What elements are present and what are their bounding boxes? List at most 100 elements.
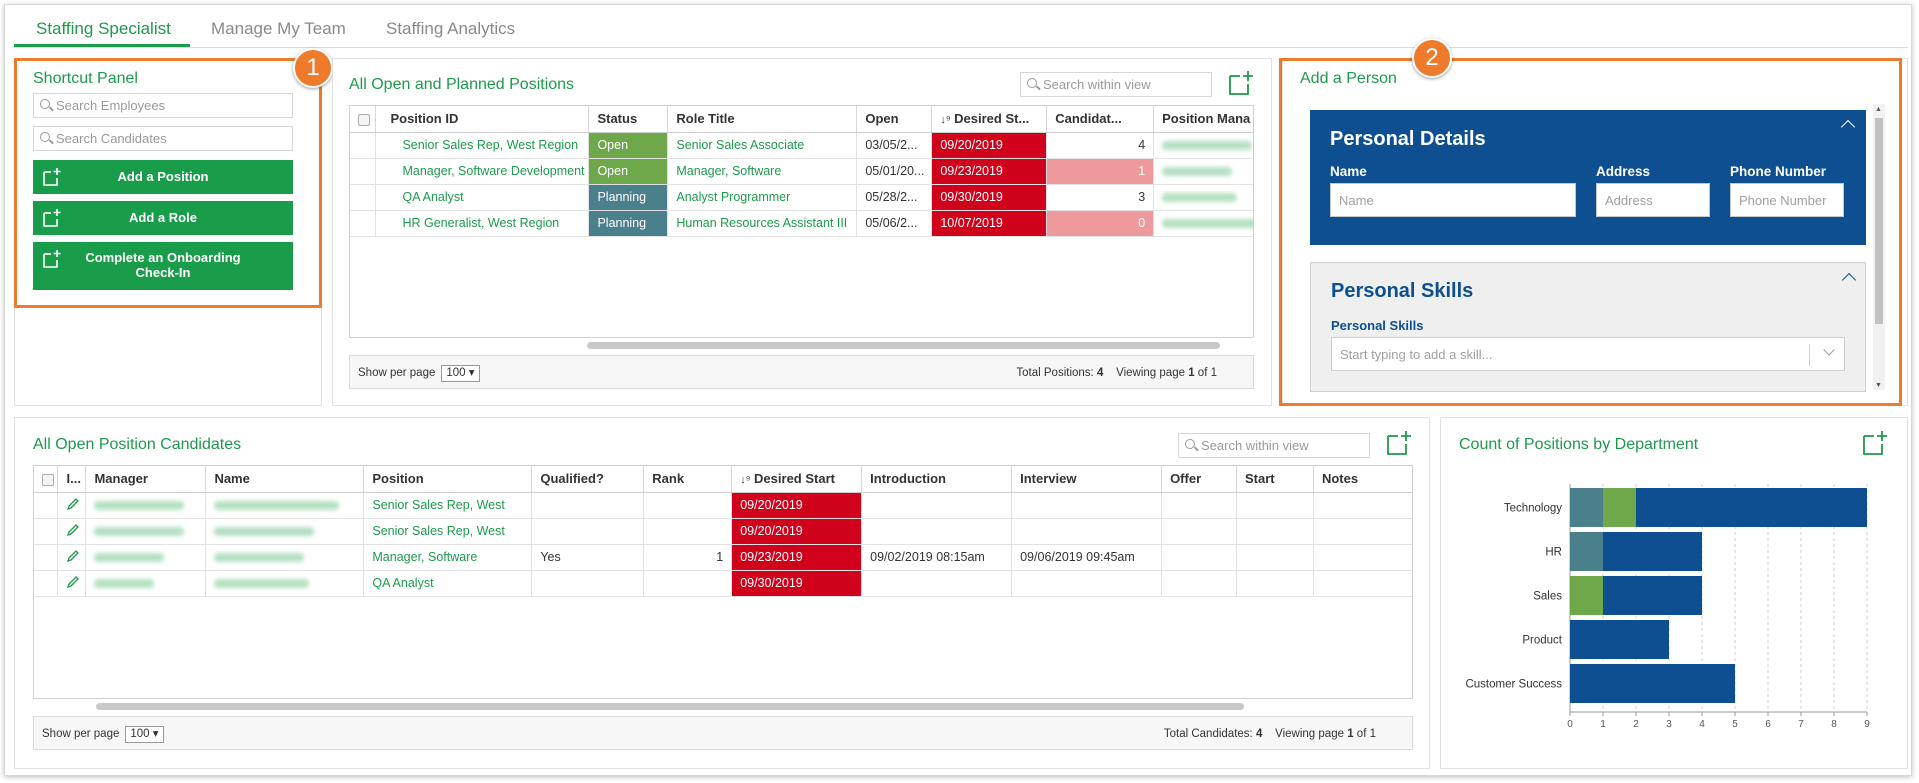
per-page-select[interactable]: 100 ▾ <box>125 726 164 743</box>
edit-cell[interactable] <box>57 492 87 519</box>
tab-staffing-specialist[interactable]: Staffing Specialist <box>36 19 171 39</box>
add-person-vertical-scrollbar[interactable]: ▲ ▼ <box>1873 104 1885 390</box>
select-all-header[interactable] <box>350 106 377 133</box>
col-offer[interactable]: Offer <box>1161 466 1238 493</box>
position-id-cell[interactable]: Manager, Software Development <box>375 158 590 185</box>
add-to-dashboard-icon[interactable] <box>1862 430 1888 456</box>
select-all-header[interactable] <box>34 466 59 493</box>
col-rank[interactable]: Rank <box>643 466 733 493</box>
col-candidates[interactable]: Candidat... <box>1046 106 1155 133</box>
position-cell[interactable]: Manager, Software <box>363 544 533 571</box>
chevron-down-icon[interactable] <box>1823 344 1835 356</box>
pencil-icon[interactable] <box>66 575 80 589</box>
scrollbar-thumb[interactable] <box>1875 118 1883 324</box>
name-label: Name <box>1330 164 1367 179</box>
col-name[interactable]: Name <box>205 466 365 493</box>
add-to-dashboard-icon[interactable] <box>1386 430 1412 456</box>
desired-start-cell: 09/23/2019 <box>731 544 863 571</box>
candidates-search-input[interactable]: Search within view <box>1178 433 1370 458</box>
tab-manage-my-team[interactable]: Manage My Team <box>211 19 346 39</box>
pencil-icon[interactable] <box>66 497 80 511</box>
table-row[interactable]: Manager, Software Yes 1 09/23/2019 09/02… <box>34 544 1412 571</box>
pencil-icon[interactable] <box>66 523 80 537</box>
scroll-up-arrow-icon[interactable]: ▲ <box>1875 106 1882 113</box>
col-position-manager[interactable]: Position Mana <box>1153 106 1253 133</box>
manager-cell[interactable] <box>1153 184 1253 211</box>
scroll-down-arrow-icon[interactable]: ▼ <box>1875 382 1882 389</box>
col-notes[interactable]: Notes <box>1313 466 1412 493</box>
add-to-dashboard-icon[interactable] <box>1228 70 1254 96</box>
col-position-id[interactable]: Position ID <box>375 106 590 133</box>
manager-cell[interactable] <box>85 544 207 571</box>
col-interview[interactable]: Interview <box>1011 466 1163 493</box>
bar-segment <box>1636 488 1867 527</box>
name-input[interactable]: Name <box>1330 183 1576 217</box>
per-page-select[interactable]: 100 ▾ <box>441 365 480 382</box>
role-title-cell[interactable]: Human Resources Assistant III <box>667 210 858 237</box>
role-title-cell[interactable]: Senior Sales Associate <box>667 132 858 159</box>
manager-cell[interactable] <box>1153 132 1253 159</box>
position-cell[interactable]: Senior Sales Rep, West <box>363 492 533 519</box>
table-row[interactable]: Manager, Software Development Open Manag… <box>350 158 1253 185</box>
rank-cell: 1 <box>643 544 733 571</box>
name-cell[interactable] <box>205 570 365 597</box>
start-cell <box>1236 518 1314 545</box>
candidate-count-cell: 0 <box>1046 210 1155 237</box>
col-desired-start[interactable]: ↓⁹ Desired St... <box>931 106 1048 133</box>
address-input[interactable]: Address <box>1596 183 1710 217</box>
table-row[interactable]: HR Generalist, West Region Planning Huma… <box>350 210 1253 237</box>
tab-staffing-analytics[interactable]: Staffing Analytics <box>386 19 515 39</box>
search-employees-input[interactable]: Search Employees <box>33 93 293 118</box>
col-position[interactable]: Position <box>363 466 533 493</box>
manager-cell[interactable] <box>1153 210 1253 237</box>
table-row[interactable]: Senior Sales Rep, West Region Open Senio… <box>350 132 1253 159</box>
add-role-button[interactable]: Add a Role <box>33 201 293 235</box>
table-row[interactable]: Senior Sales Rep, West 09/20/2019 <box>34 492 1412 519</box>
edit-cell[interactable] <box>57 544 87 571</box>
col-qualified[interactable]: Qualified? <box>531 466 645 493</box>
position-id-cell[interactable]: HR Generalist, West Region <box>375 210 590 237</box>
edit-cell[interactable] <box>57 518 87 545</box>
role-title-cell[interactable]: Manager, Software <box>667 158 858 185</box>
col-introduction[interactable]: Introduction <box>861 466 1013 493</box>
table-row[interactable]: Senior Sales Rep, West 09/20/2019 <box>34 518 1412 545</box>
col-manager[interactable]: Manager <box>85 466 207 493</box>
col-start[interactable]: Start <box>1236 466 1314 493</box>
collapse-chevron-icon[interactable] <box>1840 119 1856 135</box>
collapse-chevron-icon[interactable] <box>1841 272 1857 288</box>
manager-cell[interactable] <box>85 570 207 597</box>
position-id-cell[interactable]: Senior Sales Rep, West Region <box>375 132 590 159</box>
manager-cell[interactable] <box>85 492 207 519</box>
select-all-checkbox[interactable] <box>42 473 54 486</box>
role-title-cell[interactable]: Analyst Programmer <box>667 184 858 211</box>
positions-search-input[interactable]: Search within view <box>1020 72 1212 97</box>
add-position-button[interactable]: Add a Position <box>33 160 293 194</box>
name-cell[interactable] <box>205 518 365 545</box>
candidates-horizontal-scrollbar[interactable] <box>96 703 1244 710</box>
search-candidates-input[interactable]: Search Candidates <box>33 126 293 151</box>
pencil-icon[interactable] <box>66 549 80 563</box>
phone-input[interactable]: Phone Number <box>1730 183 1844 217</box>
col-role-title[interactable]: Role Title <box>667 106 858 133</box>
position-cell[interactable]: QA Analyst <box>363 570 533 597</box>
add-box-icon <box>43 250 61 268</box>
position-cell[interactable]: Senior Sales Rep, West <box>363 518 533 545</box>
position-id-cell[interactable]: QA Analyst <box>375 184 590 211</box>
name-cell[interactable] <box>205 544 365 571</box>
col-desired-start[interactable]: ↓⁹ Desired Start <box>731 466 863 493</box>
col-icon[interactable]: I... <box>57 466 87 493</box>
manager-cell[interactable] <box>85 518 207 545</box>
total-label: Total Candidates: <box>1163 728 1253 740</box>
bar-segment <box>1603 488 1636 527</box>
table-row[interactable]: QA Analyst 09/30/2019 <box>34 570 1412 597</box>
select-all-checkbox[interactable] <box>358 113 370 126</box>
manager-cell[interactable] <box>1153 158 1253 185</box>
name-cell[interactable] <box>205 492 365 519</box>
skills-input[interactable]: Start typing to add a skill... <box>1331 337 1845 371</box>
col-open[interactable]: Open <box>856 106 933 133</box>
col-status[interactable]: Status <box>588 106 669 133</box>
table-row[interactable]: QA Analyst Planning Analyst Programmer 0… <box>350 184 1253 211</box>
edit-cell[interactable] <box>57 570 87 597</box>
onboarding-checkin-button[interactable]: Complete an Onboarding Check-In <box>33 242 293 290</box>
positions-horizontal-scrollbar[interactable] <box>587 342 1220 349</box>
